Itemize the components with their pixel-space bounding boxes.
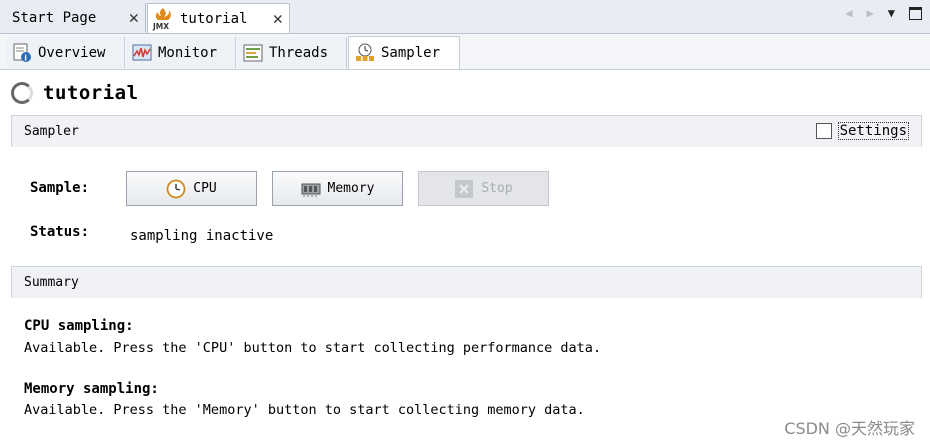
memory-chip-icon — [301, 179, 321, 199]
sampler-section-header: Sampler Settings — [11, 115, 922, 147]
status-label: Status: — [30, 224, 90, 240]
tab-label: Monitor — [158, 44, 218, 61]
cpu-sampling-text: Available. Press the 'CPU' button to sta… — [24, 340, 602, 356]
memory-button[interactable]: Memory — [272, 171, 403, 206]
button-label: Memory — [327, 181, 375, 196]
settings-checkbox[interactable] — [815, 123, 832, 139]
sampler-icon — [355, 43, 375, 63]
tab-label: Threads — [269, 44, 329, 61]
tab-threads[interactable]: Threads — [237, 37, 347, 68]
page-header: tutorial — [11, 82, 139, 104]
button-label: Stop — [481, 181, 513, 196]
sample-label: Sample: — [30, 180, 90, 196]
scroll-right-icon[interactable]: ▶ — [867, 6, 874, 20]
section-title: Sampler — [24, 124, 79, 139]
stop-icon — [454, 179, 474, 199]
section-title: Summary — [24, 275, 79, 290]
tab-overview[interactable]: i Overview — [6, 37, 125, 68]
cpu-sampling-heading: CPU sampling: — [24, 318, 134, 334]
tab-start-page[interactable]: Start Page ✕ — [0, 3, 146, 32]
watermark: CSDN @天然玩家 — [784, 419, 915, 438]
window-controls: ◀ ▶ ▼ — [845, 6, 922, 20]
tab-sampler[interactable]: Sampler — [348, 36, 460, 69]
tab-label: Start Page — [12, 9, 97, 26]
page-title: tutorial — [43, 82, 139, 104]
settings-toggle[interactable]: Settings — [815, 122, 909, 140]
monitor-icon — [132, 43, 152, 63]
dropdown-icon[interactable]: ▼ — [888, 6, 895, 20]
tab-label: tutorial — [180, 10, 248, 27]
memory-sampling-heading: Memory sampling: — [24, 381, 159, 397]
tab-label: Sampler — [381, 45, 441, 61]
view-tab-strip: i Overview Monitor Threads Sampler — [0, 34, 930, 70]
jmx-icon: JMX — [152, 7, 174, 31]
close-icon[interactable]: ✕ — [129, 8, 139, 28]
close-icon[interactable]: ✕ — [273, 9, 283, 29]
overview-icon: i — [12, 43, 32, 63]
summary-section-header: Summary — [11, 266, 922, 298]
svg-text:JMX: JMX — [152, 22, 169, 31]
tab-monitor[interactable]: Monitor — [126, 37, 236, 68]
tab-label: Overview — [38, 44, 106, 61]
svg-text:i: i — [24, 53, 27, 62]
tab-tutorial[interactable]: JMX tutorial ✕ — [147, 3, 290, 33]
button-label: CPU — [193, 181, 217, 196]
cpu-button[interactable]: CPU — [126, 171, 257, 206]
clock-icon — [166, 179, 186, 199]
status-value: sampling inactive — [130, 228, 274, 244]
maximize-icon[interactable] — [909, 6, 922, 20]
loading-spinner-icon — [11, 82, 33, 104]
stop-button[interactable]: Stop — [418, 171, 549, 206]
threads-icon — [243, 43, 263, 63]
settings-label: Settings — [837, 122, 909, 140]
scroll-left-icon[interactable]: ◀ — [845, 6, 852, 20]
document-tab-strip: Start Page ✕ JMX tutorial ✕ ◀ ▶ ▼ — [0, 0, 930, 34]
memory-sampling-text: Available. Press the 'Memory' button to … — [24, 402, 585, 418]
